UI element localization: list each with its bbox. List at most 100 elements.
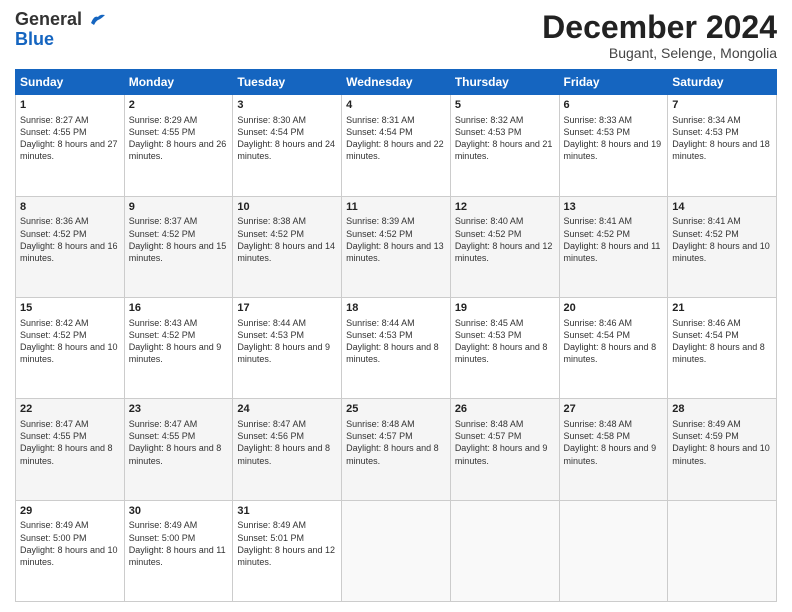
sunrise-text: Sunrise: 8:47 AM — [237, 419, 306, 429]
calendar-day-cell: 24Sunrise: 8:47 AMSunset: 4:56 PMDayligh… — [233, 399, 342, 500]
day-number: 28 — [672, 402, 772, 417]
daylight-text: Daylight: 8 hours and 8 minutes. — [346, 443, 439, 465]
calendar-day-cell: 8Sunrise: 8:36 AMSunset: 4:52 PMDaylight… — [16, 196, 125, 297]
sunset-text: Sunset: 4:55 PM — [129, 127, 196, 137]
daylight-text: Daylight: 8 hours and 11 minutes. — [564, 241, 661, 263]
sunset-text: Sunset: 4:58 PM — [564, 431, 631, 441]
daylight-text: Daylight: 8 hours and 10 minutes. — [672, 443, 770, 465]
sunset-text: Sunset: 4:53 PM — [237, 330, 304, 340]
sunset-text: Sunset: 4:53 PM — [672, 127, 739, 137]
day-number: 18 — [346, 301, 446, 316]
calendar-day-cell: 17Sunrise: 8:44 AMSunset: 4:53 PMDayligh… — [233, 297, 342, 398]
calendar-day-cell — [450, 500, 559, 601]
calendar-day-cell: 30Sunrise: 8:49 AMSunset: 5:00 PMDayligh… — [124, 500, 233, 601]
day-number: 8 — [20, 200, 120, 215]
daylight-text: Daylight: 8 hours and 27 minutes. — [20, 139, 118, 161]
daylight-text: Daylight: 8 hours and 14 minutes. — [237, 241, 335, 263]
sunset-text: Sunset: 4:52 PM — [129, 330, 196, 340]
day-number: 2 — [129, 98, 229, 113]
sunset-text: Sunset: 5:00 PM — [129, 533, 196, 543]
sunset-text: Sunset: 4:52 PM — [672, 229, 739, 239]
sunset-text: Sunset: 4:57 PM — [455, 431, 522, 441]
weekday-header-friday: Friday — [559, 70, 668, 95]
calendar-day-cell: 7Sunrise: 8:34 AMSunset: 4:53 PMDaylight… — [668, 95, 777, 196]
day-number: 17 — [237, 301, 337, 316]
calendar-day-cell: 1Sunrise: 8:27 AMSunset: 4:55 PMDaylight… — [16, 95, 125, 196]
sunset-text: Sunset: 4:54 PM — [564, 330, 631, 340]
day-number: 19 — [455, 301, 555, 316]
daylight-text: Daylight: 8 hours and 18 minutes. — [672, 139, 770, 161]
daylight-text: Daylight: 8 hours and 8 minutes. — [564, 342, 657, 364]
sunrise-text: Sunrise: 8:46 AM — [564, 318, 633, 328]
calendar-day-cell: 18Sunrise: 8:44 AMSunset: 4:53 PMDayligh… — [342, 297, 451, 398]
sunrise-text: Sunrise: 8:29 AM — [129, 115, 198, 125]
logo-line2: Blue — [15, 30, 54, 50]
location-subtitle: Bugant, Selenge, Mongolia — [542, 45, 777, 61]
calendar-week-row: 22 Sunrise: 8:47 AM Sunset: 4:55 PM Dayligh… — [16, 399, 777, 500]
sunset-text: Sunset: 4:56 PM — [237, 431, 304, 441]
sunrise-text: Sunrise: 8:48 AM — [346, 419, 415, 429]
daylight-text: Daylight: 8 hours and 8 minutes. — [20, 443, 113, 465]
daylight-text: Daylight: 8 hours and 9 minutes. — [129, 342, 222, 364]
calendar-day-cell: 4Sunrise: 8:31 AMSunset: 4:54 PMDaylight… — [342, 95, 451, 196]
day-number: 23 — [129, 402, 229, 417]
day-number: 30 — [129, 504, 229, 519]
day-number: 26 — [455, 402, 555, 417]
day-number: 21 — [672, 301, 772, 316]
sunrise-text: Sunrise: 8:49 AM — [237, 520, 306, 530]
calendar-day-cell: 22Sunrise: 8:47 AMSunset: 4:55 PMDayligh… — [16, 399, 125, 500]
calendar-day-cell: 13Sunrise: 8:41 AMSunset: 4:52 PMDayligh… — [559, 196, 668, 297]
daylight-text: Daylight: 8 hours and 8 minutes. — [455, 342, 548, 364]
calendar-day-cell: 31Sunrise: 8:49 AMSunset: 5:01 PMDayligh… — [233, 500, 342, 601]
sunrise-text: Sunrise: 8:38 AM — [237, 216, 306, 226]
day-number: 13 — [564, 200, 664, 215]
sunset-text: Sunset: 4:55 PM — [129, 431, 196, 441]
sunrise-text: Sunrise: 8:41 AM — [564, 216, 633, 226]
calendar-day-cell — [342, 500, 451, 601]
sunrise-text: Sunrise: 8:48 AM — [455, 419, 524, 429]
calendar-day-cell: 5Sunrise: 8:32 AMSunset: 4:53 PMDaylight… — [450, 95, 559, 196]
daylight-text: Daylight: 8 hours and 16 minutes. — [20, 241, 118, 263]
sunrise-text: Sunrise: 8:47 AM — [20, 419, 89, 429]
daylight-text: Daylight: 8 hours and 24 minutes. — [237, 139, 335, 161]
sunrise-text: Sunrise: 8:27 AM — [20, 115, 89, 125]
calendar-week-row: 15Sunrise: 8:42 AMSunset: 4:52 PMDayligh… — [16, 297, 777, 398]
sunrise-text: Sunrise: 8:49 AM — [129, 520, 198, 530]
weekday-header-sunday: Sunday — [16, 70, 125, 95]
day-number: 12 — [455, 200, 555, 215]
daylight-text: Daylight: 8 hours and 8 minutes. — [237, 443, 330, 465]
daylight-text: Daylight: 8 hours and 15 minutes. — [129, 241, 227, 263]
sunrise-text: Sunrise: 8:47 AM — [129, 419, 198, 429]
day-number: 22 — [20, 402, 120, 417]
daylight-text: Daylight: 8 hours and 8 minutes. — [346, 342, 439, 364]
sunrise-text: Sunrise: 8:30 AM — [237, 115, 306, 125]
sunrise-text: Sunrise: 8:31 AM — [346, 115, 415, 125]
calendar-day-cell: 9Sunrise: 8:37 AMSunset: 4:52 PMDaylight… — [124, 196, 233, 297]
daylight-text: Daylight: 8 hours and 9 minutes. — [564, 443, 657, 465]
sunrise-text: Sunrise: 8:32 AM — [455, 115, 524, 125]
logo-bird-icon — [89, 13, 107, 27]
sunset-text: Sunset: 4:52 PM — [346, 229, 413, 239]
calendar-day-cell: 10Sunrise: 8:38 AMSunset: 4:52 PMDayligh… — [233, 196, 342, 297]
sunset-text: Sunset: 5:00 PM — [20, 533, 87, 543]
day-number: 9 — [129, 200, 229, 215]
title-area: December 2024 Bugant, Selenge, Mongolia — [542, 10, 777, 61]
day-number: 5 — [455, 98, 555, 113]
sunrise-text: Sunrise: 8:40 AM — [455, 216, 524, 226]
daylight-text: Daylight: 8 hours and 10 minutes. — [20, 545, 118, 567]
sunrise-text: Sunrise: 8:43 AM — [129, 318, 198, 328]
logo: General Blue — [15, 10, 107, 50]
logo-line1: General — [15, 10, 107, 30]
sunrise-text: Sunrise: 8:48 AM — [564, 419, 633, 429]
sunrise-text: Sunrise: 8:34 AM — [672, 115, 741, 125]
weekday-header-monday: Monday — [124, 70, 233, 95]
day-number: 25 — [346, 402, 446, 417]
sunset-text: Sunset: 4:59 PM — [672, 431, 739, 441]
day-number: 16 — [129, 301, 229, 316]
calendar-week-row: 1Sunrise: 8:27 AMSunset: 4:55 PMDaylight… — [16, 95, 777, 196]
day-number: 3 — [237, 98, 337, 113]
calendar-day-cell: 28Sunrise: 8:49 AMSunset: 4:59 PMDayligh… — [668, 399, 777, 500]
weekday-header-wednesday: Wednesday — [342, 70, 451, 95]
sunset-text: Sunset: 4:54 PM — [672, 330, 739, 340]
day-number: 27 — [564, 402, 664, 417]
